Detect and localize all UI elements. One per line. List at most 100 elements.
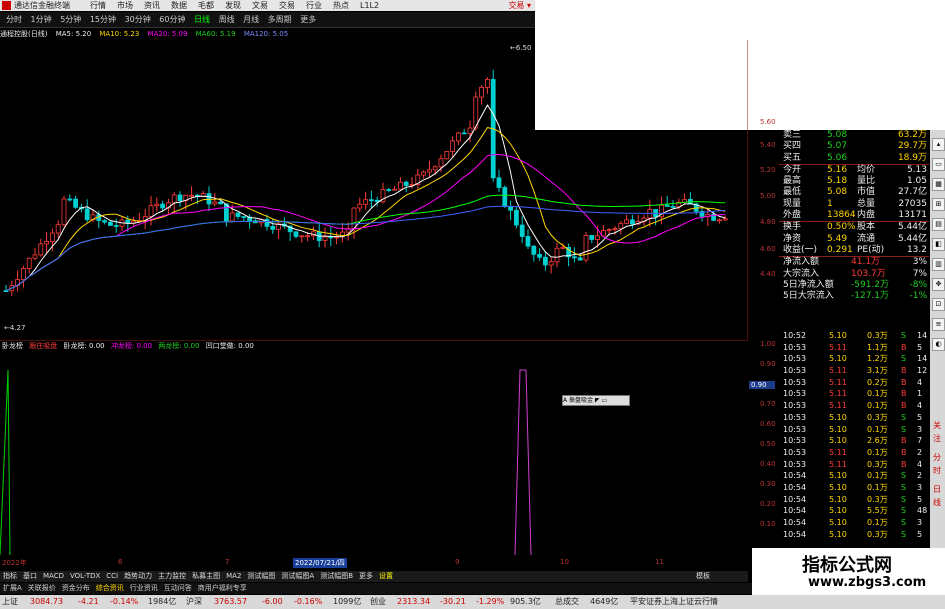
menu-item[interactable]: L1L2 xyxy=(360,1,379,10)
indicator-tab[interactable]: 趋势动力 xyxy=(124,572,152,580)
quote-value: 7% xyxy=(912,268,927,279)
extension-tab[interactable]: 商用户福利专享 xyxy=(198,584,247,592)
tick-row: 10:53 5.10 2.6万 B 7 xyxy=(779,435,929,447)
indicator-tab[interactable]: VOL-TDX xyxy=(70,572,100,580)
period-tab[interactable]: 月线 xyxy=(243,15,259,24)
menu-item[interactable]: 数据 xyxy=(171,1,187,10)
indicator-tab[interactable]: 测试幅图A xyxy=(281,572,314,580)
sidebar-button[interactable]: ▭ xyxy=(932,158,945,171)
period-tab[interactable]: 多周期 xyxy=(268,15,292,24)
quote-row: 5日净流入额 -591.2万 -8% xyxy=(779,280,929,291)
sidebar-button[interactable]: ▦ xyxy=(932,178,945,191)
indicator-tab[interactable]: 更多 xyxy=(359,572,373,580)
indicator-chart[interactable] xyxy=(0,340,748,555)
indicator-tooltip[interactable]: A 振盘吸金 ◤ ▭ xyxy=(562,395,630,406)
tick-cell: 5.10 xyxy=(829,331,847,340)
candle-body xyxy=(479,86,485,98)
sidebar-label[interactable]: 分 xyxy=(933,452,941,463)
candle-body xyxy=(664,204,670,207)
extension-tab[interactable]: 扩展A xyxy=(3,584,22,592)
sidebar-button[interactable]: ▥ xyxy=(932,258,945,271)
indicator-tab[interactable]: MACD xyxy=(43,572,64,580)
indicator-tab[interactable]: 测试幅图 xyxy=(247,572,275,580)
app-title: 通达信金融终端 xyxy=(14,1,70,10)
tick-cell: 5.10 xyxy=(829,529,847,539)
ma60-value: MA60: 5.19 xyxy=(195,30,236,38)
menu-item[interactable]: 发现 xyxy=(225,1,241,10)
indicator-tab[interactable]: 指标 xyxy=(3,572,17,580)
candle-body xyxy=(630,219,635,225)
tick-cell: 0.3万 xyxy=(867,331,888,340)
menu-item[interactable]: 文易 xyxy=(252,1,268,10)
period-tab[interactable]: 1分钟 xyxy=(31,15,52,24)
trade-menu[interactable]: 交易 ▾ xyxy=(508,0,531,11)
sidebar-label[interactable]: 注 xyxy=(933,433,941,444)
tick-row: 10:53 5.11 1.1万 B 5 xyxy=(779,342,929,354)
indicator-tab[interactable]: MA2 xyxy=(226,572,241,580)
candlestick-chart[interactable]: ←6.50 ←4.27 xyxy=(0,40,748,340)
candle-body xyxy=(218,201,224,205)
menu-item[interactable]: 市场 xyxy=(117,1,133,10)
index-label[interactable]: 沪深 xyxy=(186,595,202,609)
extension-tab[interactable]: 行业资讯 xyxy=(130,584,158,592)
indicator-tab[interactable]: 测试幅图B xyxy=(320,572,353,580)
indicator-tab-settings[interactable]: 设置 xyxy=(379,572,393,580)
menu-item[interactable]: 热点 xyxy=(333,1,349,10)
period-tab[interactable]: 60分钟 xyxy=(159,15,185,24)
indicator-tab[interactable]: 基口 xyxy=(23,572,37,580)
tick-cell: 0.3万 xyxy=(867,459,888,469)
broker-feed[interactable]: 平安证券上海上证云行情 xyxy=(630,595,718,609)
period-tab[interactable]: 15分钟 xyxy=(90,15,116,24)
candle-body xyxy=(148,205,154,218)
candle-body xyxy=(717,219,722,222)
tick-cell: 10:54 xyxy=(783,529,807,539)
extension-tab[interactable]: 互动问答 xyxy=(164,584,192,592)
tick-cell: 0.1万 xyxy=(867,482,888,492)
period-tab-selected[interactable]: 日线 xyxy=(194,15,210,24)
quote-row: 净资 5.49 流通 5.44亿 xyxy=(779,234,929,245)
sidebar-button[interactable]: ✥ xyxy=(932,278,945,291)
quote-label: 今开 xyxy=(783,164,802,175)
period-tab[interactable]: 30分钟 xyxy=(125,15,151,24)
quote-value: -127.1万 xyxy=(851,291,890,302)
sidebar-label[interactable]: 关 xyxy=(933,420,941,431)
extension-tab[interactable]: 关联报价 xyxy=(28,584,56,592)
period-tab[interactable]: 周线 xyxy=(219,15,235,24)
sidebar-button[interactable]: ≡ xyxy=(932,318,945,331)
sidebar-label[interactable]: 时 xyxy=(933,465,941,476)
menu-item[interactable]: 行业 xyxy=(306,1,322,10)
quote-value: 27035 xyxy=(898,198,927,209)
quote-label: 换手 xyxy=(783,222,802,233)
quote-value: 5.07 xyxy=(827,141,848,152)
period-tab[interactable]: 更多 xyxy=(300,15,316,24)
sidebar-label[interactable]: 线 xyxy=(933,497,941,508)
template-tab[interactable]: 模板 xyxy=(696,572,710,580)
sidebar-button[interactable]: ⊞ xyxy=(932,198,945,211)
indicator-tab[interactable]: 主力监控 xyxy=(158,572,186,580)
indicator-tab[interactable]: CCI xyxy=(106,572,118,580)
extension-tab[interactable]: 资金分布 xyxy=(62,584,90,592)
menu-item[interactable]: 行情 xyxy=(90,1,106,10)
menu-item[interactable]: 毛都 xyxy=(198,1,214,10)
sidebar-label[interactable]: 日 xyxy=(933,484,941,495)
sidebar-button[interactable]: ◐ xyxy=(932,338,945,351)
period-tab[interactable]: 5分钟 xyxy=(60,15,81,24)
sidebar-button[interactable]: ▤ xyxy=(932,218,945,231)
quote-label: 买四 xyxy=(783,141,802,152)
sidebar-button[interactable]: ▴ xyxy=(932,138,945,151)
index-label[interactable]: 上证 xyxy=(2,595,18,609)
candle-body xyxy=(20,268,26,280)
menu-item[interactable]: 交易 xyxy=(279,1,295,10)
quote-row: 5日大宗流入 -127.1万 -1% xyxy=(779,291,929,302)
quote-label: 外盘 xyxy=(783,210,802,221)
period-tab[interactable]: 分时 xyxy=(6,15,22,24)
index-pct: -0.14% xyxy=(110,597,139,606)
menu-item[interactable]: 资讯 xyxy=(144,1,160,10)
selected-date[interactable]: 2022/07/21/四 xyxy=(293,558,347,568)
indicator-tab[interactable]: 私募主图 xyxy=(192,572,220,580)
index-label[interactable]: 创业 xyxy=(370,595,386,609)
extension-tab[interactable]: 综合资讯 xyxy=(96,584,124,592)
sidebar-button[interactable]: ⊡ xyxy=(932,298,945,311)
tick-cell: S xyxy=(901,494,907,504)
sidebar-button[interactable]: ◧ xyxy=(932,238,945,251)
